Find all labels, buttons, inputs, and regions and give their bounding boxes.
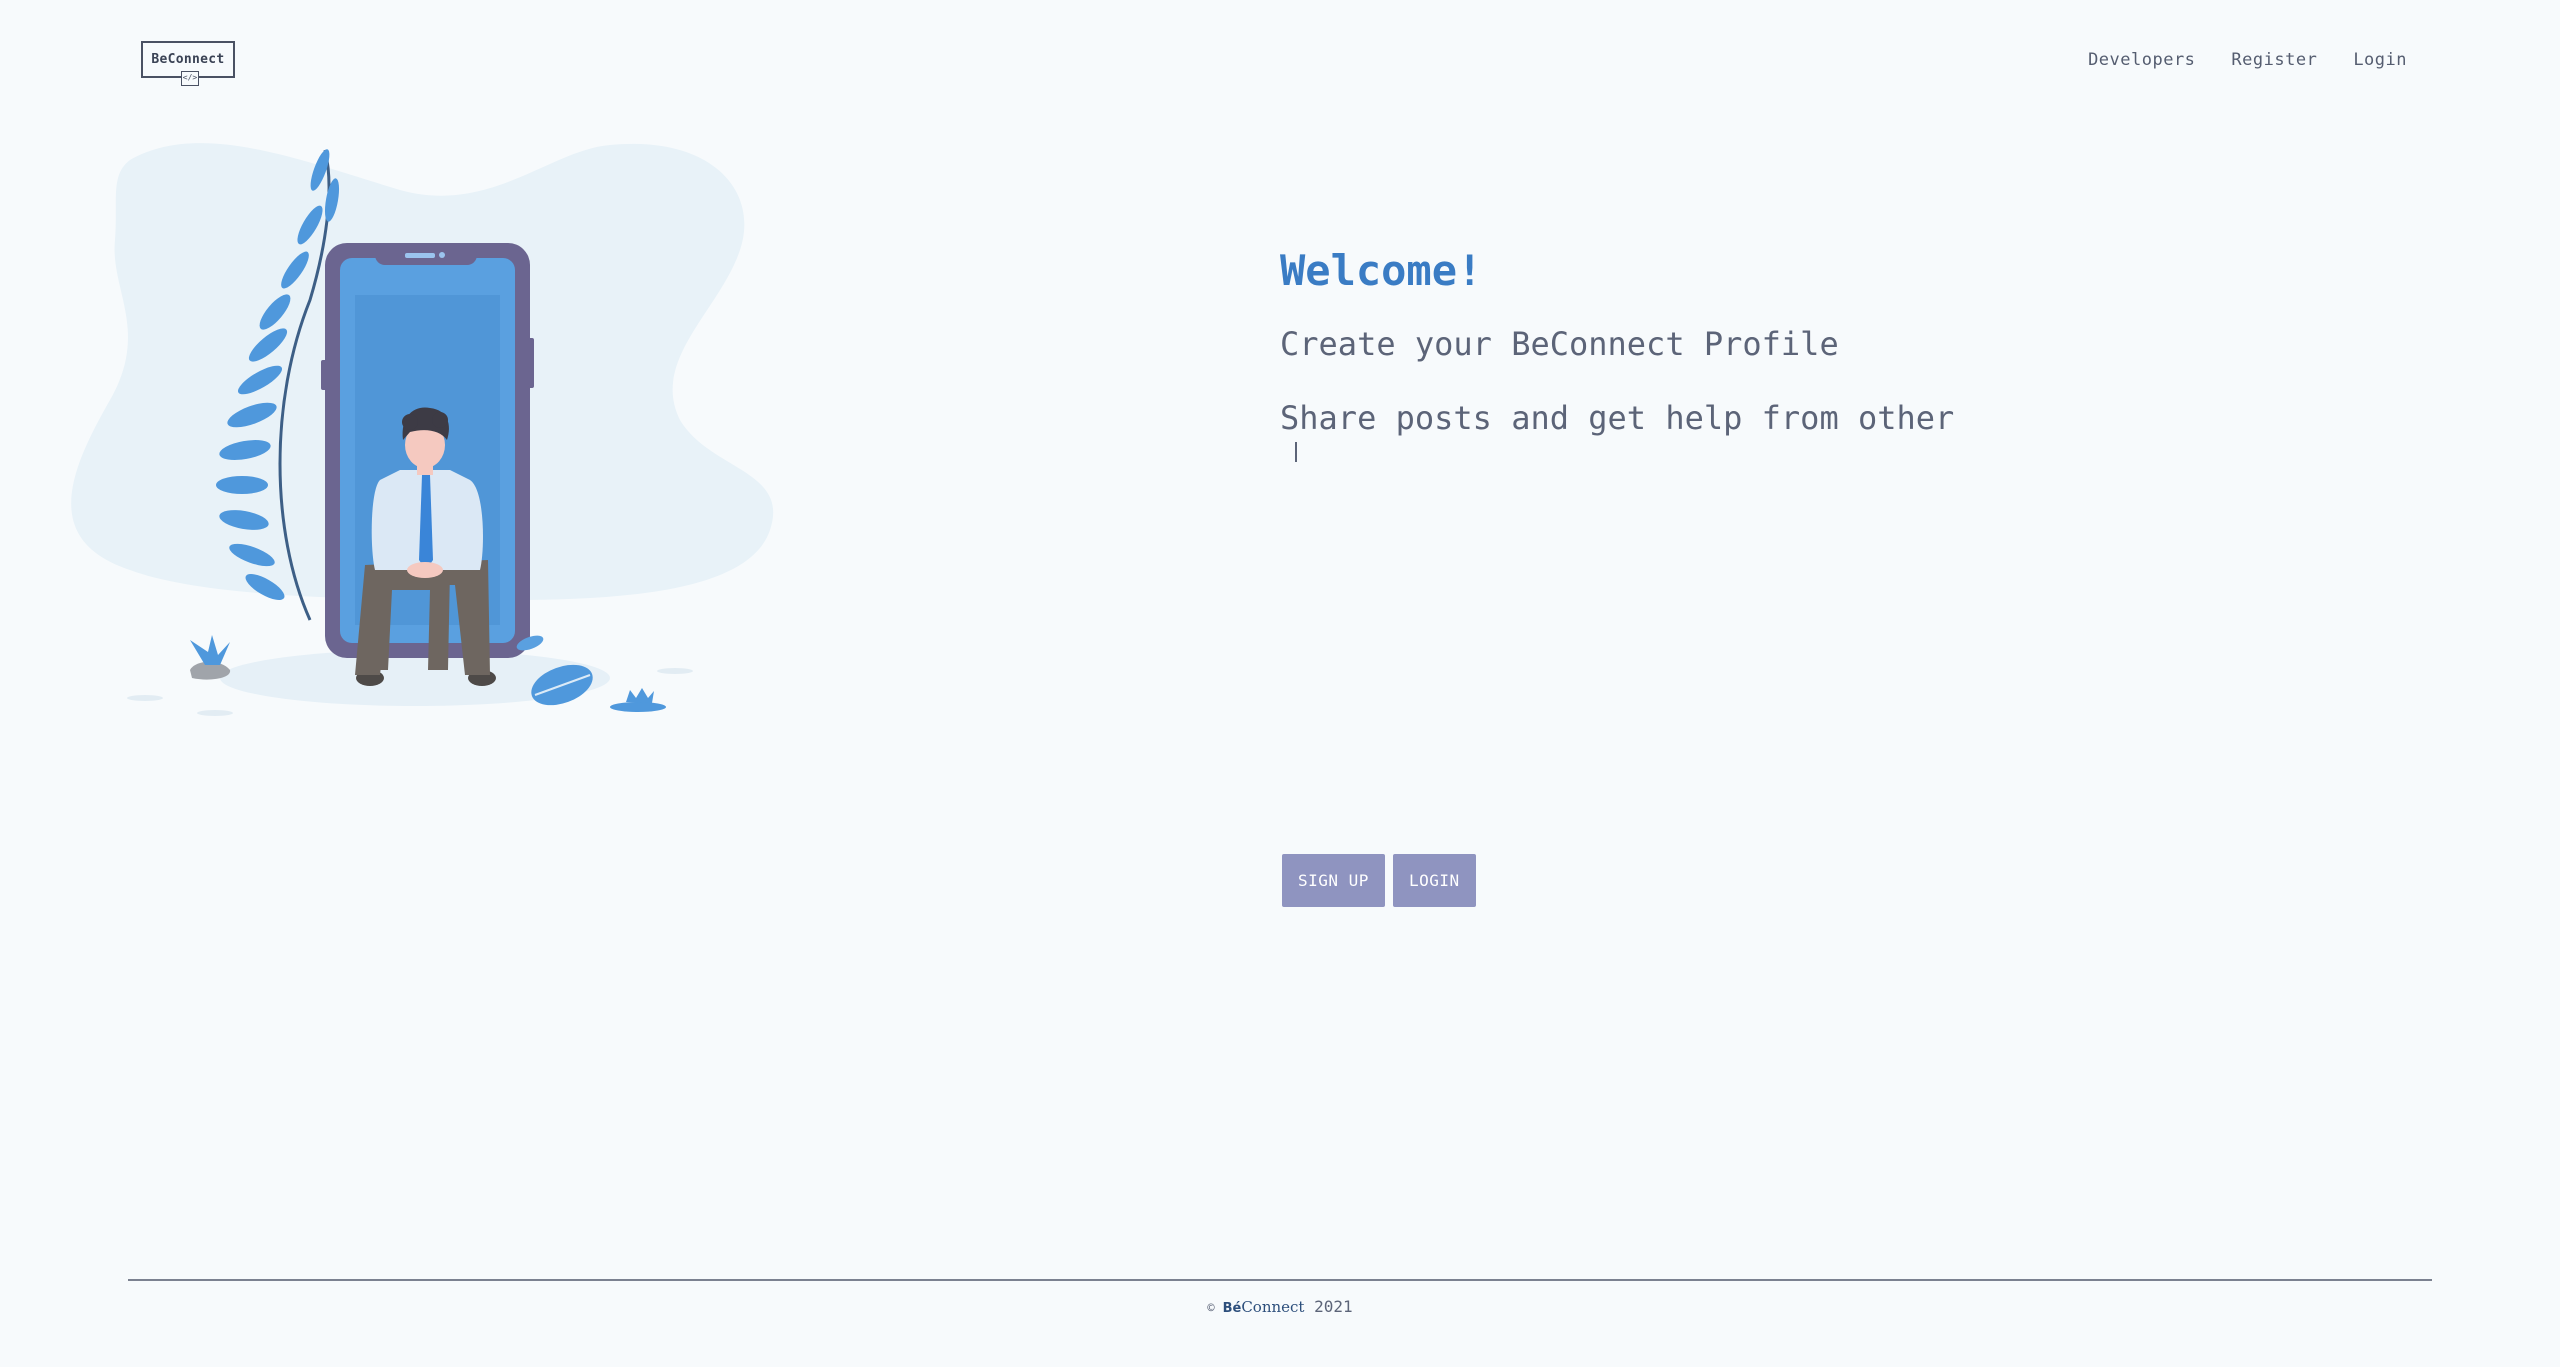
hero-section: Welcome! Create your BeConnect Profile S… xyxy=(1280,246,1955,462)
cta-buttons: SIGN UP LOGIN xyxy=(1282,854,1476,907)
beconnect-logo[interactable]: BeConnect </> xyxy=(141,41,235,86)
signup-button[interactable]: SIGN UP xyxy=(1282,854,1385,907)
login-button[interactable]: LOGIN xyxy=(1392,854,1476,907)
nav-register[interactable]: Register xyxy=(2231,50,2317,70)
nav-developers[interactable]: Developers xyxy=(2088,50,2195,70)
landing-page: BeConnect </> Developers Register Login xyxy=(0,0,2560,1367)
footer-divider xyxy=(128,1279,2432,1281)
footer-brand: BéConnect xyxy=(1223,1298,1305,1316)
person-sitting-in-phone-illustration xyxy=(71,143,774,716)
footer-brand-suffix: Connect xyxy=(1241,1298,1305,1316)
text-caret xyxy=(1295,442,1297,462)
footer-brand-prefix: Bé xyxy=(1222,1301,1242,1316)
logo-text: BeConnect xyxy=(151,52,225,67)
hero-subtitle: Create your BeConnect Profile xyxy=(1280,325,1839,363)
nav-login[interactable]: Login xyxy=(2353,50,2407,70)
footer: © BéConnect 2021 xyxy=(0,1297,2560,1316)
code-icon: </> xyxy=(181,71,199,86)
copyright-symbol: © xyxy=(1207,1301,1215,1315)
hero-typing-text: Share posts and get help from other xyxy=(1280,399,1955,437)
welcome-heading: Welcome! xyxy=(1280,246,1483,295)
top-nav: Developers Register Login xyxy=(2088,50,2407,70)
footer-year: 2021 xyxy=(1314,1297,1353,1316)
